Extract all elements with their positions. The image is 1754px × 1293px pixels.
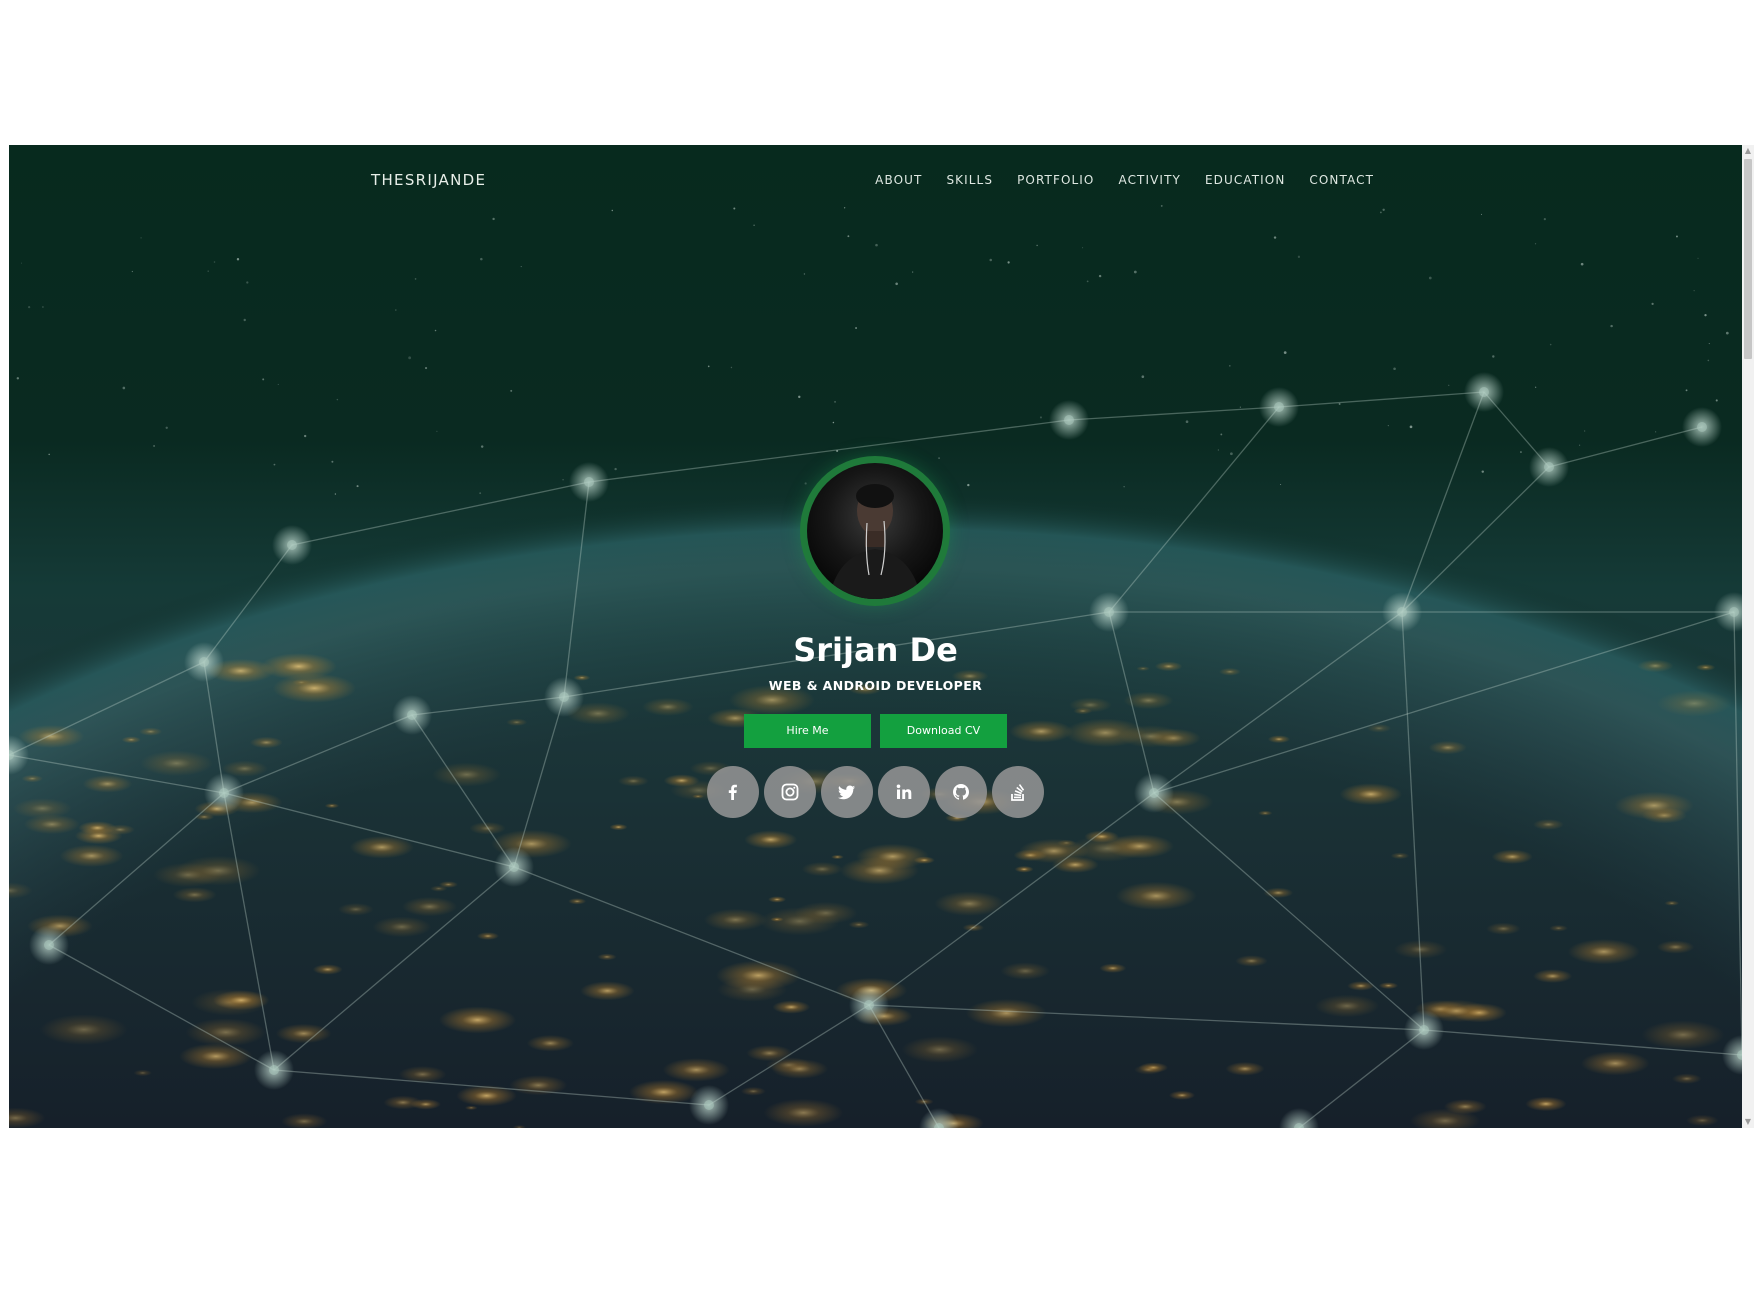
cta-buttons: Hire Me Download CV bbox=[9, 714, 1742, 748]
facebook-icon bbox=[728, 784, 737, 800]
scroll-up-arrow-icon[interactable]: ▲ bbox=[1744, 146, 1752, 156]
scroll-down-arrow-icon[interactable]: ▼ bbox=[1744, 1117, 1752, 1127]
profile-subtitle: WEB & ANDROID DEVELOPER bbox=[768, 678, 983, 693]
facebook-link[interactable] bbox=[707, 766, 759, 818]
instagram-icon bbox=[781, 783, 799, 801]
scrollbar-thumb[interactable] bbox=[1744, 159, 1752, 359]
twitter-link[interactable] bbox=[821, 766, 873, 818]
nav-link-education[interactable]: EDUCATION bbox=[1205, 173, 1285, 187]
stackoverflow-icon bbox=[1011, 784, 1025, 801]
profile-photo bbox=[829, 484, 921, 599]
avatar-ring bbox=[800, 456, 950, 606]
twitter-icon bbox=[838, 785, 855, 800]
profile-name: Srijan De bbox=[793, 631, 958, 669]
hire-me-button[interactable]: Hire Me bbox=[744, 714, 871, 748]
social-links bbox=[9, 766, 1742, 818]
nav-link-skills[interactable]: SKILLS bbox=[946, 173, 993, 187]
nav-link-activity[interactable]: ACTIVITY bbox=[1118, 173, 1180, 187]
avatar bbox=[807, 463, 943, 599]
linkedin-link[interactable] bbox=[878, 766, 930, 818]
nav-link-portfolio[interactable]: PORTFOLIO bbox=[1017, 173, 1094, 187]
download-cv-button[interactable]: Download CV bbox=[880, 714, 1007, 748]
instagram-link[interactable] bbox=[764, 766, 816, 818]
page-scrollbar[interactable]: ▲ ▼ bbox=[1742, 145, 1754, 1128]
brand-logo[interactable]: THESRIJANDE bbox=[371, 171, 486, 189]
nav-links: ABOUT SKILLS PORTFOLIO ACTIVITY EDUCATIO… bbox=[875, 173, 1374, 187]
top-navbar: THESRIJANDE ABOUT SKILLS PORTFOLIO ACTIV… bbox=[9, 145, 1742, 217]
github-link[interactable] bbox=[935, 766, 987, 818]
browser-viewport: THESRIJANDE ABOUT SKILLS PORTFOLIO ACTIV… bbox=[9, 145, 1742, 1128]
linkedin-icon bbox=[896, 784, 912, 799]
github-icon bbox=[953, 784, 969, 800]
nav-link-contact[interactable]: CONTACT bbox=[1309, 173, 1374, 187]
nav-link-about[interactable]: ABOUT bbox=[875, 173, 922, 187]
stackoverflow-link[interactable] bbox=[992, 766, 1044, 818]
